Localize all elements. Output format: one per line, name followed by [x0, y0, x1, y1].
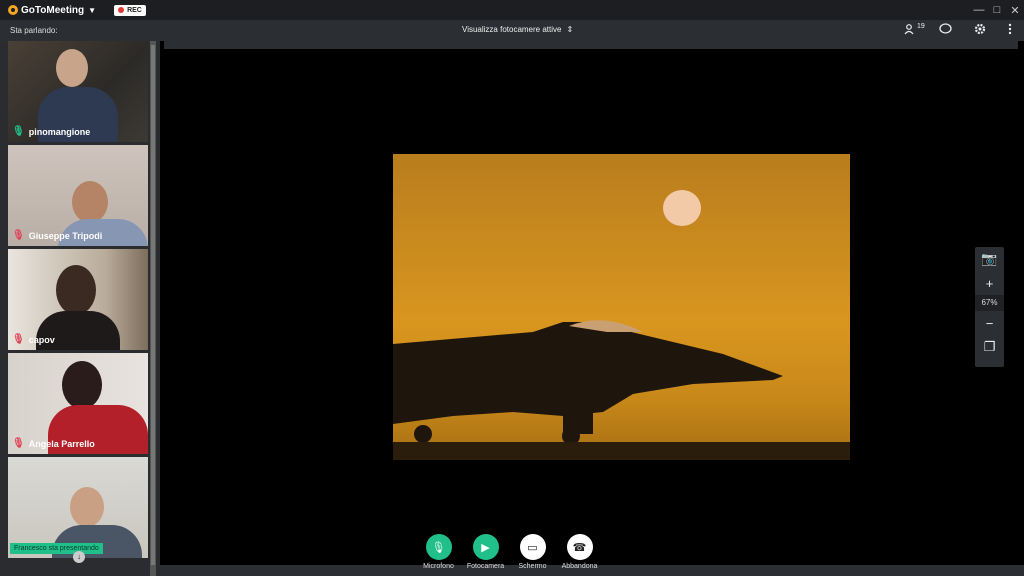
zoom-in-button[interactable]: +	[975, 271, 1004, 295]
record-dot-icon	[118, 7, 125, 13]
gotomeeting-logo-icon	[8, 5, 18, 15]
view-select-value: Visualizza fotocamere attive	[462, 25, 562, 34]
meeting-controls: 🎙 Microfono ▶ Fotocamera ▭ Schermo ☎ Abb…	[420, 534, 598, 570]
maximize-button[interactable]: □	[988, 4, 1006, 16]
attendees-button[interactable]: 19	[904, 23, 925, 38]
screen-share-button[interactable]: ▭ Schermo	[514, 534, 551, 570]
shared-screen-content	[393, 154, 850, 460]
gear-icon	[974, 23, 986, 35]
chevron-down-icon: ▼	[88, 5, 97, 15]
microphone-muted-icon: 🎙	[12, 230, 25, 241]
scrollbar-thumb[interactable]	[151, 45, 155, 565]
participant-avatar	[62, 361, 102, 409]
participant-tile[interactable]: 🎙 Angela Parrello	[8, 353, 148, 454]
chat-button[interactable]	[939, 23, 952, 38]
participant-name: 🎙 capov	[12, 334, 55, 345]
popout-button[interactable]: ❐	[975, 335, 1004, 359]
zoom-level: 67%	[975, 295, 1004, 311]
minimize-button[interactable]: —	[970, 4, 988, 16]
rec-label: REC	[127, 6, 142, 14]
meeting-toolbar: Sta parlando: Visualizza fotocamere atti…	[0, 20, 1024, 41]
camera-button[interactable]: ▶ Fotocamera	[467, 534, 504, 570]
more-vertical-icon	[1008, 23, 1012, 35]
participant-avatar	[70, 487, 104, 527]
attendee-count: 19	[917, 22, 925, 30]
microphone-label: Microfono	[423, 563, 454, 570]
title-bar: GoToMeeting ▼ REC — □ ✕	[0, 0, 1024, 20]
speaking-label: Sta parlando:	[10, 26, 58, 35]
runway-shape	[393, 442, 850, 460]
app-menu[interactable]: GoToMeeting ▼	[8, 5, 96, 16]
more-options-button[interactable]	[1008, 23, 1012, 38]
updown-chevron-icon: ⇕	[566, 25, 574, 34]
participant-name-label: Angela Parrello	[28, 438, 95, 449]
jet-silhouette-image	[393, 320, 783, 445]
people-icon	[904, 23, 914, 34]
microphone-icon: 🎙	[425, 534, 452, 560]
participant-name: 🎙 Angela Parrello	[12, 438, 95, 449]
participant-name-label: capov	[28, 334, 55, 345]
video-camera-icon: ▶	[472, 534, 499, 560]
participant-tile[interactable]: 🎙 Giuseppe Tripodi	[8, 145, 148, 246]
participant-name: 🎙 pinomangione	[12, 126, 90, 137]
scroll-down-button[interactable]: ↓	[73, 551, 85, 563]
participant-avatar	[72, 181, 108, 223]
arrow-down-icon: ↓	[77, 552, 81, 561]
zoom-panel: 📷 + 67% − ❐	[975, 247, 1004, 367]
presenter-badge: Francesco sta presentando	[10, 543, 103, 554]
participant-tile[interactable]: 🎙 pinomangione	[8, 41, 148, 142]
participants-panel: 🎙 pinomangione 🎙 Giuseppe Tripodi 🎙 capo…	[0, 41, 160, 576]
participant-name: 🎙 Giuseppe Tripodi	[12, 230, 102, 241]
app-brand: GoToMeeting	[21, 4, 85, 16]
microphone-muted-icon: 🎙	[12, 334, 25, 345]
participant-name-label: pinomangione	[28, 126, 91, 137]
participants-scrollbar[interactable]	[150, 41, 156, 576]
camera-label: Fotocamera	[466, 563, 505, 570]
plus-icon: +	[985, 275, 994, 291]
minus-icon: −	[985, 315, 994, 331]
microphone-icon: 🎙	[12, 126, 25, 137]
leave-button[interactable]: ☎ Abbandona	[561, 534, 598, 570]
snapshot-button[interactable]: 📷	[975, 247, 1004, 271]
leave-label: Abbandona	[561, 563, 598, 570]
copy-window-icon: ❐	[983, 339, 996, 354]
screen-label: Schermo	[518, 563, 547, 570]
hang-up-icon: ☎	[566, 534, 593, 560]
camera-icon: 📷	[981, 251, 998, 266]
participant-tile[interactable]: 🎙 capov	[8, 249, 148, 350]
microphone-muted-icon: 🎙	[12, 438, 25, 449]
settings-button[interactable]	[974, 23, 986, 38]
participant-avatar	[56, 265, 96, 315]
zoom-out-button[interactable]: −	[975, 311, 1004, 335]
screen-share-icon: ▭	[519, 534, 546, 560]
recording-indicator[interactable]: REC	[114, 4, 146, 16]
participant-name-label: Giuseppe Tripodi	[28, 230, 103, 241]
close-button[interactable]: ✕	[1006, 4, 1024, 17]
camera-view-select[interactable]: Visualizza fotocamere attive ⇕	[462, 25, 573, 34]
participant-avatar	[56, 49, 88, 87]
chat-bubble-icon	[939, 23, 952, 34]
microphone-button[interactable]: 🎙 Microfono	[420, 534, 457, 570]
